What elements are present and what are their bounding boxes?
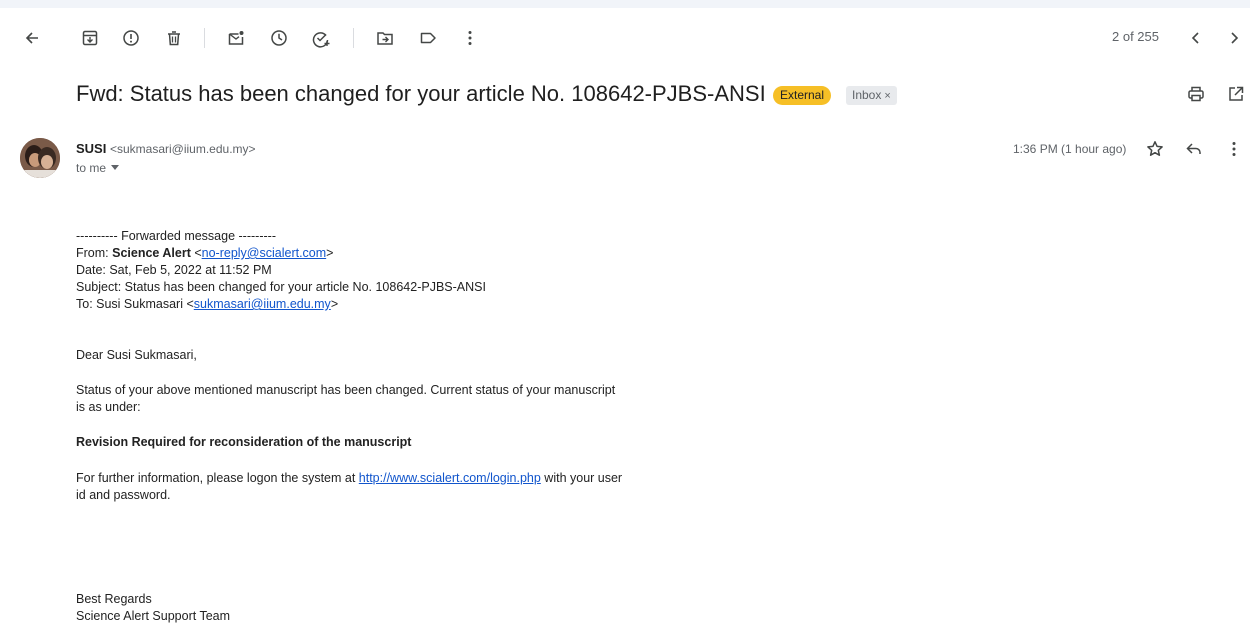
greeting: Dear Susi Sukmasari, xyxy=(76,348,197,362)
fwd-from-email-link[interactable]: no-reply@scialert.com xyxy=(202,246,327,260)
info-post: with your user xyxy=(540,471,623,485)
info-line1: For further information, please logon th… xyxy=(76,470,622,487)
fwd-date: Date: Sat, Feb 5, 2022 at 11:52 PM xyxy=(76,263,272,277)
chevron-down-icon[interactable] xyxy=(111,165,120,170)
inbox-label-text: Inbox xyxy=(852,88,882,102)
fwd-to: To: Susi Sukmasari <sukmasari@iium.edu.m… xyxy=(76,297,339,311)
sender-email: <sukmasari@iium.edu.my> xyxy=(109,142,256,156)
toolbar-divider xyxy=(204,28,205,48)
older-icon[interactable] xyxy=(1224,28,1244,48)
status-text-line2: is as under: xyxy=(76,400,141,414)
fwd-to-email-link[interactable]: sukmasari@iium.edu.my xyxy=(194,297,331,311)
email-subject: Fwd: Status has been changed for your ar… xyxy=(76,81,766,106)
avatar[interactable] xyxy=(20,138,60,178)
info-line2: id and password. xyxy=(76,488,171,502)
sender-name[interactable]: SUSI xyxy=(76,141,106,156)
label-icon[interactable] xyxy=(418,28,438,48)
info-pre: For further information, please logon th… xyxy=(76,471,359,485)
add-task-icon[interactable] xyxy=(311,28,331,48)
status-bold: Revision Required for reconsideration of… xyxy=(76,435,412,449)
sender-info: SUSI <sukmasari@iium.edu.my> xyxy=(76,141,256,156)
fwd-subject: Subject: Status has been changed for you… xyxy=(76,280,486,294)
remove-label-icon[interactable]: × xyxy=(884,90,890,102)
print-icon[interactable] xyxy=(1186,84,1206,104)
fwd-to-label: To: Susi Sukmasari xyxy=(76,297,187,311)
move-to-icon[interactable] xyxy=(375,28,395,48)
archive-icon[interactable] xyxy=(80,28,100,48)
delete-icon[interactable] xyxy=(164,28,184,48)
message-count: 2 of 255 xyxy=(1112,29,1159,44)
back-arrow-icon[interactable] xyxy=(22,28,42,48)
team-signature: Science Alert Support Team xyxy=(76,609,231,623)
message-more-icon[interactable] xyxy=(1224,139,1244,159)
login-link[interactable]: http://www.scialert.com/login.php xyxy=(359,471,541,485)
report-spam-icon[interactable] xyxy=(121,28,141,48)
regards: Best Regards xyxy=(76,592,152,606)
open-new-window-icon[interactable] xyxy=(1226,84,1246,104)
top-border xyxy=(0,0,1250,8)
inbox-label: Inbox × xyxy=(846,86,897,105)
message-time: 1:36 PM (1 hour ago) xyxy=(1013,142,1127,156)
forward-header: ---------- Forwarded message --------- xyxy=(76,229,276,243)
external-label: External xyxy=(773,86,832,105)
toolbar-divider xyxy=(353,28,354,48)
fwd-from-name: Science Alert xyxy=(112,246,191,260)
mark-unread-icon[interactable] xyxy=(226,28,246,48)
to-me-text: to me xyxy=(76,161,107,175)
fwd-from: From: Science Alert <no-reply@scialert.c… xyxy=(76,246,334,260)
reply-icon[interactable] xyxy=(1184,139,1204,159)
newer-icon[interactable] xyxy=(1186,28,1206,48)
recipient-details[interactable]: to me xyxy=(76,161,120,175)
status-value: Revision Required for reconsideration of… xyxy=(76,434,411,451)
star-icon[interactable] xyxy=(1145,139,1165,159)
snooze-icon[interactable] xyxy=(269,28,289,48)
more-vert-icon[interactable] xyxy=(460,28,480,48)
status-text-line1: Status of your above mentioned manuscrip… xyxy=(76,383,616,397)
fwd-from-label: From: xyxy=(76,246,113,260)
